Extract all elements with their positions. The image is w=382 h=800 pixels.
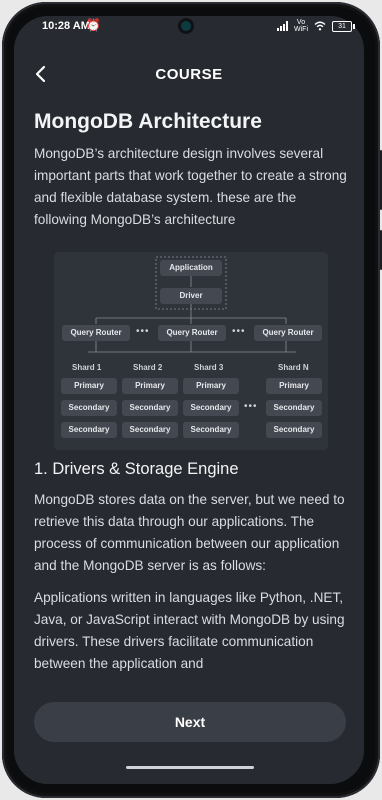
vowifi-top: Vo: [296, 19, 306, 26]
secondary-node: Secondary: [266, 400, 322, 416]
secondary-node: Secondary: [122, 422, 178, 438]
ellipsis: •••: [232, 326, 246, 337]
architecture-diagram: Application Driver Query Router ••• Quer…: [54, 252, 328, 450]
status-time: 10:28 AM: [42, 20, 90, 32]
driver-node: Driver: [160, 288, 222, 304]
app-header: COURSE: [14, 60, 364, 90]
alarm-icon: ⏰: [86, 18, 101, 32]
shard-label: Shard 2: [133, 363, 163, 372]
shard-label: Shard 1: [72, 363, 102, 372]
diagram-connectors: [88, 256, 296, 353]
ellipsis: •••: [244, 401, 258, 412]
secondary-node: Secondary: [61, 422, 117, 438]
application-node: Application: [160, 260, 222, 276]
article-intro: MongoDB’s architecture design involves s…: [34, 146, 347, 227]
query-router-node: Query Router: [158, 325, 226, 341]
status-icons: Vo WiFi 31: [277, 19, 355, 33]
article-title: MongoDB Architecture: [34, 110, 262, 133]
secondary-node: Secondary: [61, 400, 117, 416]
wifi-icon: [314, 21, 326, 31]
article-content: MongoDB Architecture MongoDB’s architect…: [34, 110, 350, 231]
secondary-node: Secondary: [183, 422, 239, 438]
primary-node: Primary: [183, 378, 239, 394]
shard-label: Shard N: [278, 363, 309, 372]
vowifi-bottom: WiFi: [294, 26, 308, 33]
status-bar: 10:28 AM ⏰ Vo WiFi 31: [14, 16, 368, 34]
vowifi-icon: Vo WiFi: [294, 19, 308, 33]
primary-node: Primary: [61, 378, 117, 394]
secondary-node: Secondary: [183, 400, 239, 416]
secondary-node: Secondary: [122, 400, 178, 416]
battery-icon: 31: [332, 20, 355, 32]
query-router-node: Query Router: [62, 325, 130, 341]
ellipsis: •••: [136, 326, 150, 337]
next-button[interactable]: Next: [34, 702, 346, 742]
secondary-node: Secondary: [266, 422, 322, 438]
query-router-node: Query Router: [254, 325, 322, 341]
shard-label: Shard 3: [194, 363, 224, 372]
paragraph: Applications written in languages like P…: [34, 590, 345, 671]
page-title: COURSE: [155, 66, 223, 83]
primary-node: Primary: [266, 378, 322, 394]
signal-icon: [277, 21, 288, 31]
article-body: 1. Drivers & Storage Engine MongoDB stor…: [34, 460, 350, 675]
paragraph: MongoDB stores data on the server, but w…: [34, 492, 345, 573]
section-heading: 1. Drivers & Storage Engine: [34, 460, 239, 478]
primary-node: Primary: [122, 378, 178, 394]
home-indicator[interactable]: [126, 766, 254, 769]
